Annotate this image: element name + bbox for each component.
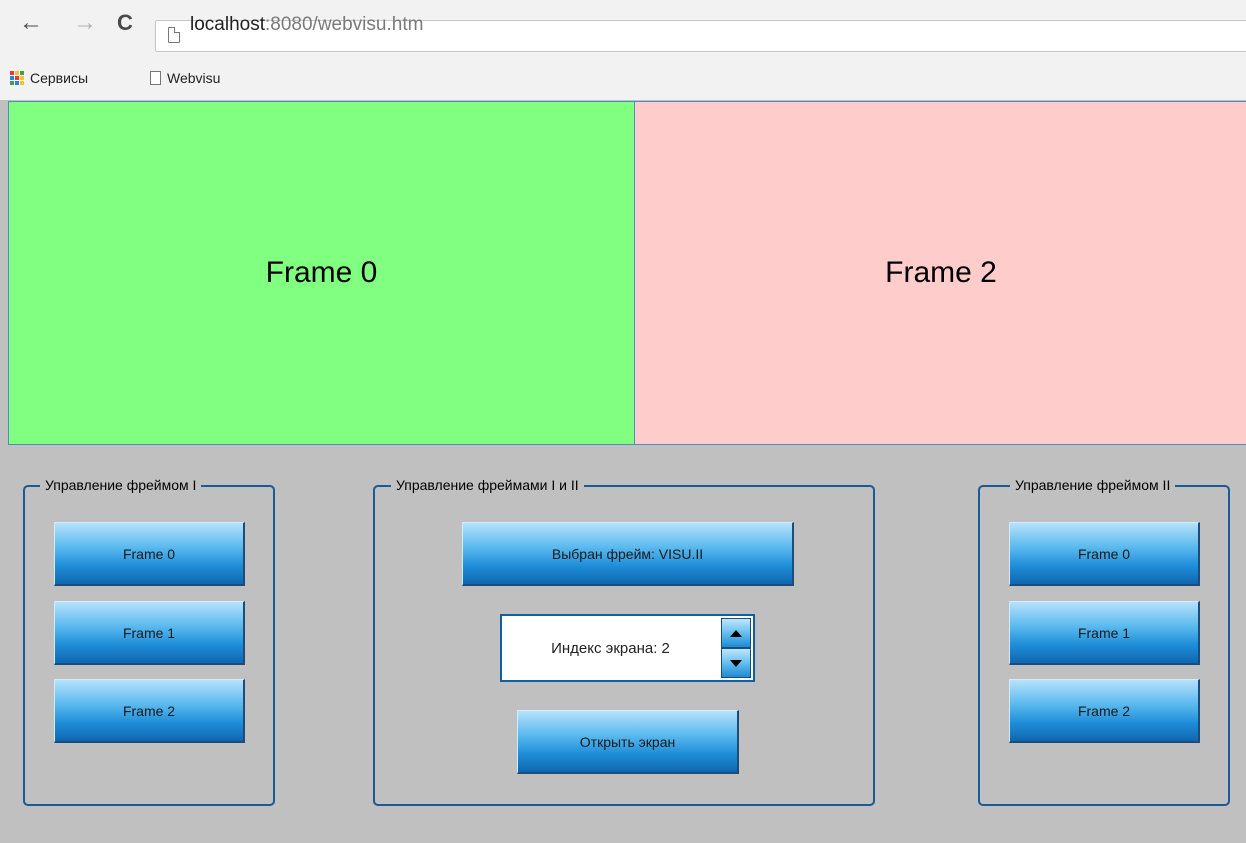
forward-arrow-icon[interactable]: →: [72, 10, 98, 36]
arrow-down-icon: [730, 659, 742, 667]
frame-1-label: Frame 0: [265, 256, 378, 289]
frame-2-frame0-button[interactable]: Frame 0: [1009, 522, 1200, 586]
open-screen-button[interactable]: Открыть экран: [517, 710, 739, 774]
apps-dot: [15, 71, 19, 75]
bookmark-apps[interactable]: Сервисы: [10, 70, 88, 86]
frame-1-frame0-button[interactable]: Frame 0: [54, 522, 245, 586]
webvisu-viewport: Frame 0 Frame 2 Управление фреймом I Fra…: [0, 100, 1246, 843]
url-host: localhost: [190, 14, 265, 35]
url-text: localhost:8080/webvisu.htm: [190, 14, 423, 36]
bookmark-webvisu[interactable]: Webvisu: [150, 70, 220, 86]
apps-grid-icon: [10, 71, 24, 85]
back-arrow-icon[interactable]: ←: [18, 10, 44, 36]
bookmark-label: Webvisu: [167, 70, 221, 86]
frame-1-frame2-button[interactable]: Frame 2: [54, 679, 245, 743]
reload-icon[interactable]: C: [112, 10, 138, 36]
frame-2-frame1-button[interactable]: Frame 1: [1009, 601, 1200, 665]
selected-frame-button[interactable]: Выбран фрейм: VISU.II: [462, 522, 794, 586]
apps-dot: [20, 81, 24, 85]
apps-dot: [15, 81, 19, 85]
page-icon: [168, 27, 180, 43]
screen-index-spinner[interactable]: Индекс экрана: 2: [500, 614, 755, 682]
apps-dot: [10, 81, 14, 85]
frame-2-label: Frame 2: [885, 256, 997, 289]
frame-1-panel: Frame 0: [8, 101, 635, 445]
group-legend: Управление фреймами I и II: [391, 477, 584, 493]
browser-toolbar: ← → C localhost:8080/webvisu.htm: [0, 0, 1246, 62]
page-icon: [150, 71, 161, 85]
arrow-up-icon: [730, 629, 742, 637]
apps-dot: [20, 76, 24, 80]
frame-2-frame2-button[interactable]: Frame 2: [1009, 679, 1200, 743]
spin-down-button[interactable]: [721, 648, 751, 678]
group-legend: Управление фреймом II: [1010, 477, 1176, 493]
group-legend: Управление фреймом I: [40, 477, 202, 493]
spin-up-button[interactable]: [721, 618, 751, 648]
bookmarks-bar: Сервисы Webvisu: [0, 62, 1246, 100]
apps-dot: [20, 71, 24, 75]
apps-dot: [15, 76, 19, 80]
address-bar[interactable]: localhost:8080/webvisu.htm: [155, 14, 1246, 52]
frame-1-frame1-button[interactable]: Frame 1: [54, 601, 245, 665]
apps-dot: [10, 71, 14, 75]
apps-dot: [10, 76, 14, 80]
frame-2-panel: Frame 2: [634, 101, 1246, 445]
screen-index-value: Индекс экрана: 2: [551, 639, 670, 657]
url-path: :8080/webvisu.htm: [265, 14, 424, 35]
bookmark-label: Сервисы: [30, 70, 89, 86]
